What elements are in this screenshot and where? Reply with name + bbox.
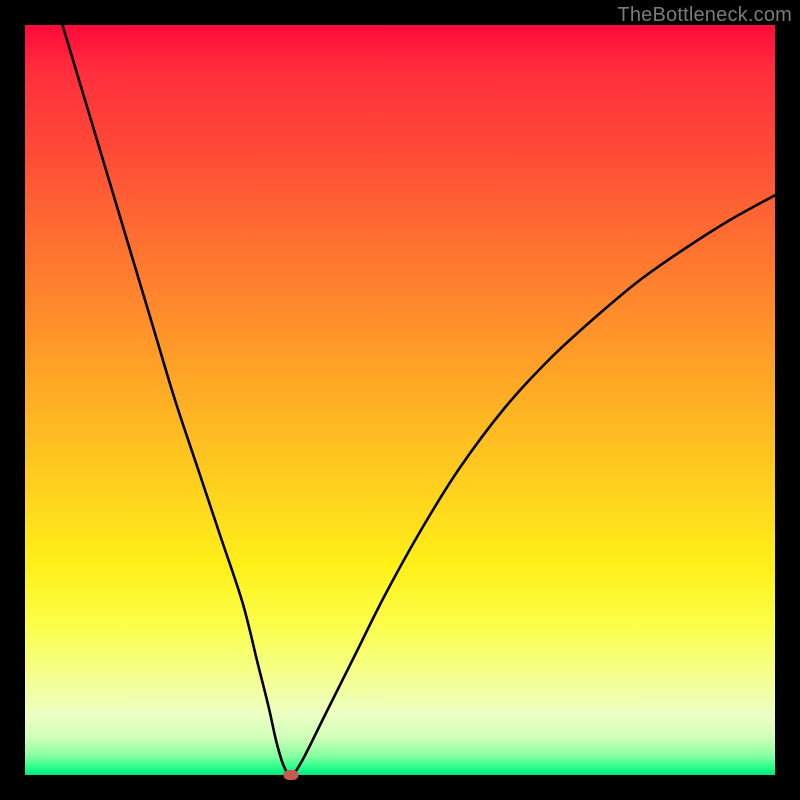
plot-area bbox=[25, 25, 775, 775]
curve-svg bbox=[25, 25, 775, 775]
watermark-text: TheBottleneck.com bbox=[617, 4, 792, 27]
bottleneck-curve bbox=[63, 25, 776, 775]
chart-frame: TheBottleneck.com bbox=[0, 0, 800, 800]
min-marker bbox=[284, 770, 299, 780]
